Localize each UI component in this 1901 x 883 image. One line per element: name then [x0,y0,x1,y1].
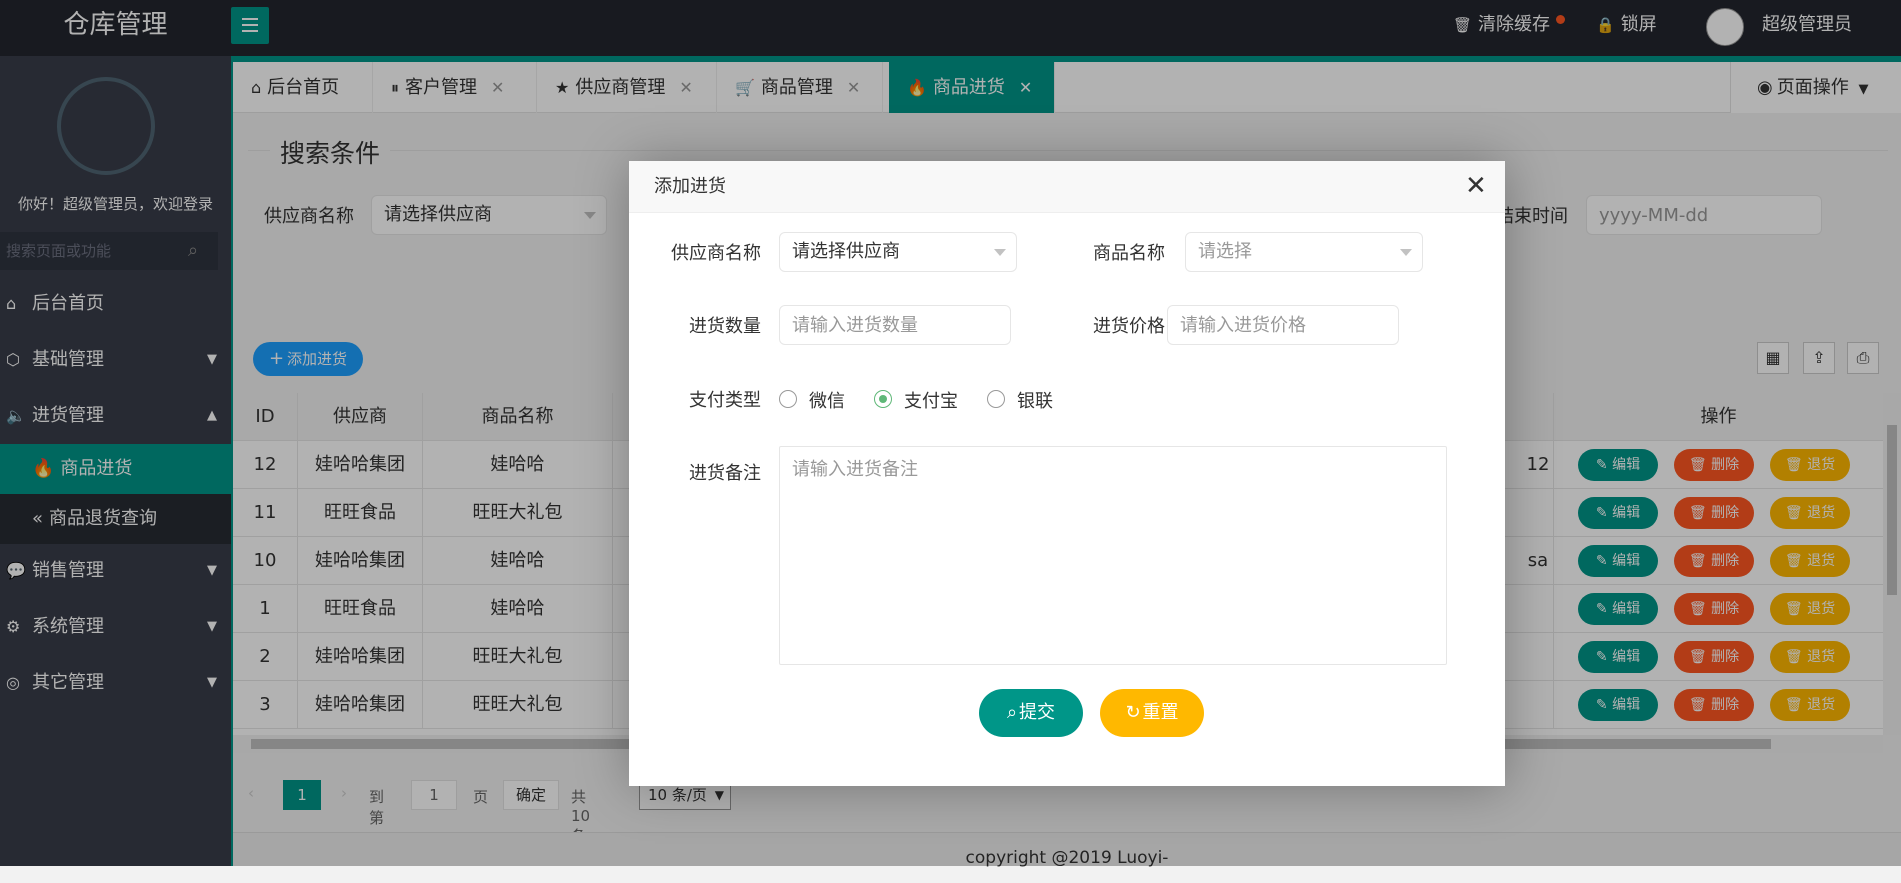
radio-wechat[interactable] [779,390,797,408]
reset-button[interactable]: ↻ 重置 [1100,689,1204,737]
caret-down-icon [1400,249,1412,256]
dialog-qty-input[interactable] [779,305,1011,345]
search-icon: ⌕ [1006,702,1018,723]
radio-alipay-label[interactable]: 支付宝 [904,387,958,413]
submit-button[interactable]: ⌕ 提交 [979,689,1083,737]
dialog-remark-label: 进货备注 [689,463,761,484]
dialog-price-label: 进货价格 [1093,316,1165,337]
dialog-qty-label: 进货数量 [689,316,761,337]
dialog-supplier-label: 供应商名称 [671,243,761,264]
dialog-pay-label: 支付类型 [689,390,761,411]
radio-unionpay[interactable] [987,390,1005,408]
add-purchase-dialog: 添加进货 ✕ 供应商名称 请选择供应商 商品名称 请选择 进货数量 进货价格 支… [629,161,1505,786]
dialog-title: 添加进货 [654,176,726,197]
radio-wechat-label[interactable]: 微信 [809,387,845,413]
radio-unionpay-label[interactable]: 银联 [1017,387,1053,413]
radio-alipay[interactable] [874,390,892,408]
dialog-supplier-select[interactable]: 请选择供应商 [779,232,1017,272]
close-icon[interactable]: ✕ [1465,171,1487,201]
dialog-price-input[interactable] [1167,305,1399,345]
refresh-icon: ↻ [1125,702,1141,723]
dialog-header: 添加进货 ✕ [629,161,1505,213]
caret-down-icon [994,249,1006,256]
dialog-goods-select[interactable]: 请选择 [1185,232,1423,272]
dialog-goods-label: 商品名称 [1093,243,1165,264]
dialog-remark-textarea[interactable] [779,446,1447,665]
